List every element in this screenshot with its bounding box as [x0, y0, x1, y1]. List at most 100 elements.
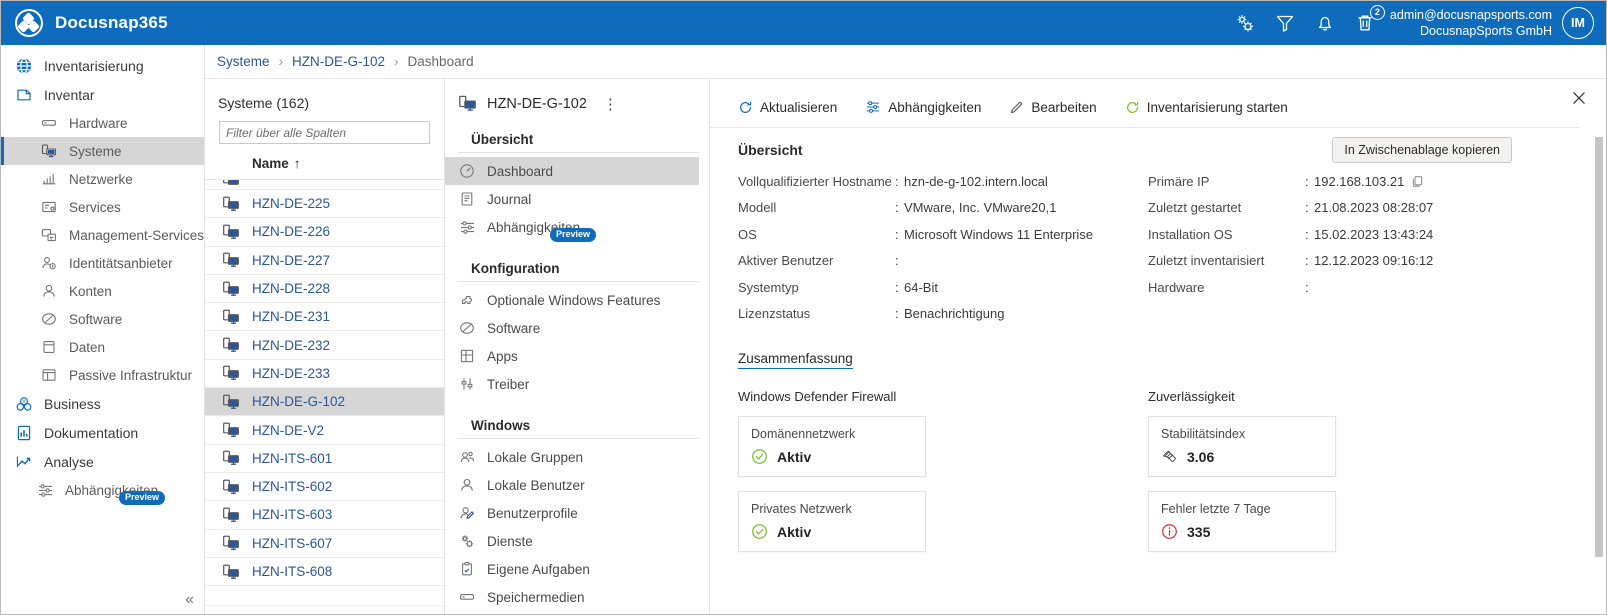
- summary-link[interactable]: Zusammenfassung: [738, 351, 853, 369]
- table-row[interactable]: HZN-ITS-601: [205, 445, 444, 473]
- check-circle-icon: [752, 449, 767, 464]
- sidebar-item-management-services[interactable]: Management-Services: [1, 221, 204, 249]
- table-row[interactable]: HZN-ITS-607: [205, 530, 444, 558]
- table-row[interactable]: HZN-DE-228: [205, 275, 444, 304]
- sidebar-item-daten[interactable]: Daten: [1, 333, 204, 361]
- tile-stabilitaetsindex[interactable]: Stabilitätsindex 3.06: [1148, 416, 1336, 477]
- system-name: HZN-ITS-608: [252, 564, 333, 579]
- detail-nav-item-benutzerprofile[interactable]: Benutzerprofile: [445, 499, 699, 527]
- tile-value-wrap: 335: [1161, 523, 1323, 540]
- detail-nav-item-journal[interactable]: Journal: [445, 185, 699, 213]
- table-row[interactable]: HZN-DE-226: [205, 218, 444, 247]
- detail-nav-item-speichermedien[interactable]: Speichermedien: [445, 583, 699, 611]
- table-row[interactable]: HZN-ITS-608: [205, 558, 444, 587]
- filter-icon[interactable]: [1274, 12, 1296, 34]
- tile-privates-netzwerk[interactable]: Privates Netzwerk Aktiv: [738, 491, 926, 552]
- filter-input[interactable]: [219, 121, 430, 144]
- sidebar-item-passive-infrastruktur[interactable]: Passive Infrastruktur: [1, 361, 204, 389]
- sidebar-item-business[interactable]: Business: [1, 389, 204, 418]
- software-icon: [39, 309, 59, 329]
- detail-nav-item-lokale-gruppen[interactable]: Lokale Gruppen: [445, 443, 699, 471]
- table-row[interactable]: HZN-DE-227: [205, 247, 444, 275]
- table-row[interactable]: HZN-DE-225: [205, 190, 444, 219]
- group-icon: [458, 448, 476, 466]
- table-row-partial[interactable]: [205, 180, 444, 190]
- avatar[interactable]: IM: [1562, 7, 1594, 39]
- sidebar-item-dokumentation[interactable]: Dokumentation: [1, 418, 204, 447]
- sidebar-item-services[interactable]: Services: [1, 193, 204, 221]
- account-info[interactable]: admin@docusnapsports.com DocusnapSports …: [1390, 7, 1552, 39]
- bell-icon[interactable]: [1314, 12, 1336, 34]
- dependencies-icon: [35, 480, 55, 500]
- system-icon: [223, 564, 239, 579]
- sidebar-item-inventarisierung[interactable]: Inventarisierung: [1, 51, 204, 80]
- detail-nav-item-software[interactable]: Software: [445, 314, 699, 342]
- overview-key: OS: [738, 226, 757, 242]
- detail-nav-item-eigene-aufgaben[interactable]: Eigene Aufgaben: [445, 555, 699, 583]
- dependencies-button[interactable]: Abhängigkeiten: [865, 99, 981, 115]
- detail-nav-item-apps[interactable]: Apps: [445, 342, 699, 370]
- tile-label: Fehler letzte 7 Tage: [1161, 502, 1271, 516]
- system-name: HZN-DE-232: [252, 337, 331, 353]
- detail-nav-item-treiber[interactable]: Treiber: [445, 370, 699, 398]
- system-icon: [223, 535, 239, 551]
- sidebar-item-konten[interactable]: Konten: [1, 277, 204, 305]
- sidebar-item-analyse[interactable]: Analyse: [1, 447, 204, 476]
- detail-nav-item-lokale-benutzer[interactable]: Lokale Benutzer: [445, 471, 699, 499]
- sidebar-item-inventar[interactable]: Inventar: [1, 80, 204, 109]
- collapse-sidebar-button[interactable]: «: [185, 592, 194, 608]
- breadcrumb-item-systeme[interactable]: Systeme: [217, 54, 270, 69]
- table-row[interactable]: HZN-DE-233: [205, 360, 444, 389]
- settings-gear-icon[interactable]: [1234, 12, 1256, 34]
- breadcrumb-item-host[interactable]: HZN-DE-G-102: [292, 54, 385, 69]
- scrollbar-thumb[interactable]: [1595, 137, 1603, 557]
- refresh-label: Aktualisieren: [760, 99, 838, 115]
- overview-row: Modell: VMware, Inc. VMware20,1: [738, 195, 1148, 222]
- table-row[interactable]: HZN-DE-231: [205, 303, 444, 332]
- tile-fehler-letzte-7-tage[interactable]: Fehler letzte 7 Tage 335: [1148, 491, 1336, 552]
- trash-icon[interactable]: 2: [1354, 5, 1385, 34]
- sidebar-item-systeme[interactable]: Systeme: [1, 137, 204, 165]
- refresh-button[interactable]: Aktualisieren: [738, 100, 837, 115]
- panels-row: Systeme (162) Name ↑: [205, 78, 1606, 614]
- sidebar-item-label: Analyse: [44, 453, 94, 470]
- system-icon: [223, 224, 239, 239]
- edit-button[interactable]: Bearbeiten: [1009, 100, 1097, 115]
- detail-nav-item-label: Treiber: [487, 376, 530, 392]
- sidebar-item-abhaengigkeiten[interactable]: Abhängigkeiten Preview: [1, 476, 204, 505]
- table-row[interactable]: HZN-ITS-603: [205, 501, 444, 530]
- table-row[interactable]: HZN-DE-V2: [205, 416, 444, 445]
- detail-nav-item-label: Benutzerprofile: [487, 505, 578, 521]
- sidebar-item-label: Daten: [69, 339, 106, 355]
- detail-nav-item-dashboard[interactable]: Dashboard: [445, 157, 699, 185]
- system-name: HZN-DE-227: [252, 252, 331, 268]
- detail-nav-item-optionale-windows-features[interactable]: Optionale Windows Features: [445, 286, 699, 314]
- overview-row: OS: Microsoft Windows 11 Enterprise: [738, 221, 1148, 248]
- system-icon: [223, 366, 239, 381]
- main-vertical-scrollbar[interactable]: [1594, 79, 1604, 612]
- table-row[interactable]: HZN-DE-232: [205, 331, 444, 360]
- detail-nav-item-dienste[interactable]: Dienste: [445, 527, 699, 555]
- overview-colon: :: [895, 279, 899, 295]
- table-row[interactable]: HZN-DE-G-102: [205, 388, 444, 417]
- column-header-name[interactable]: Name ↑: [205, 156, 444, 180]
- overview-left-column: Vollqualifizierter Hostname: hzn-de-g-102…: [738, 168, 1148, 327]
- start-inventory-button[interactable]: Inventarisierung starten: [1125, 100, 1288, 115]
- list-horizontal-scrollbar[interactable]: [205, 605, 444, 614]
- table-row[interactable]: HZN-ITS-602: [205, 473, 444, 502]
- sidebar-item-identitaetsanbieter[interactable]: Identitätsanbieter: [1, 249, 204, 277]
- tile-domaenennetzwerk[interactable]: Domänennetzwerk Aktiv: [738, 416, 926, 477]
- sidebar-item-hardware[interactable]: Hardware: [1, 109, 204, 137]
- play-refresh-icon: [1126, 101, 1138, 113]
- copy-icon[interactable]: [1411, 175, 1424, 188]
- brand[interactable]: Docusnap365: [15, 9, 168, 37]
- system-icon: [223, 196, 239, 211]
- top-header-bar: Docusnap365 2 admin@docusnapsports.com D…: [1, 1, 1606, 45]
- detail-nav-item-abhaengigkeiten[interactable]: Abhängigkeiten Preview: [445, 213, 699, 242]
- sidebar-item-software[interactable]: Software: [1, 305, 204, 333]
- copy-to-clipboard-button[interactable]: In Zwischenablage kopieren: [1332, 137, 1512, 163]
- system-name: HZN-DE-233: [252, 365, 331, 381]
- sidebar-item-netzwerke[interactable]: Netzwerke: [1, 165, 204, 193]
- more-options-icon[interactable]: ⋮: [603, 95, 618, 113]
- summary-cards: Windows Defender Firewall Domänennetzwer…: [710, 389, 1606, 566]
